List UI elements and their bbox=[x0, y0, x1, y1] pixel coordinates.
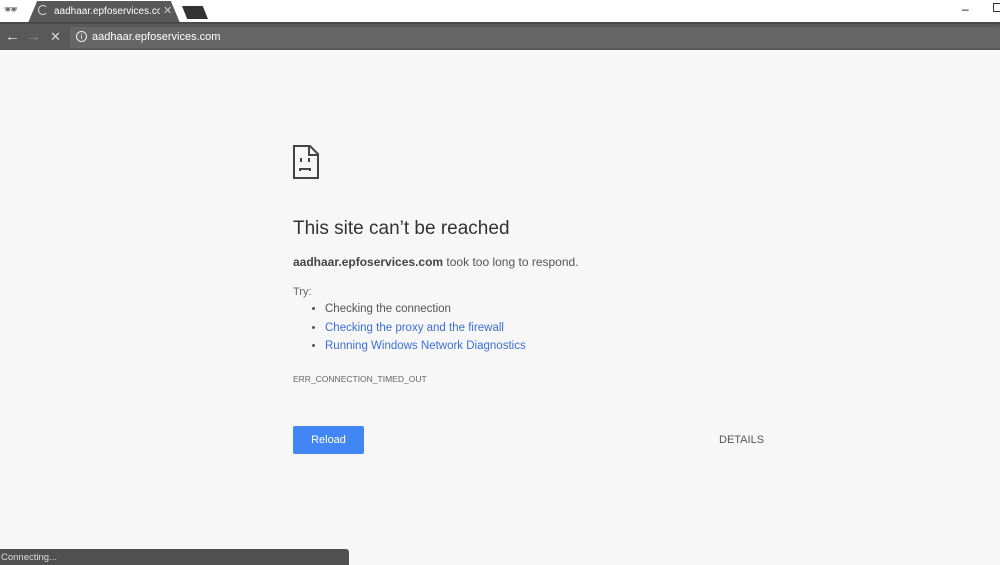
details-button[interactable]: DETAILS bbox=[719, 434, 764, 446]
suggestion-item[interactable]: Checking the proxy and the firewall bbox=[325, 322, 526, 341]
info-icon[interactable]: i bbox=[76, 31, 87, 42]
error-description: aadhaar.epfoservices.com took too long t… bbox=[293, 255, 579, 269]
browser-tab[interactable]: aadhaar.epfoservices.com ✕ bbox=[28, 1, 180, 23]
error-host: aadhaar.epfoservices.com bbox=[293, 255, 444, 269]
minimize-button[interactable]: – bbox=[962, 2, 969, 16]
title-bar: 🕶 aadhaar.epfoservices.com ✕ – bbox=[0, 0, 1000, 23]
close-tab-icon[interactable]: ✕ bbox=[163, 4, 172, 17]
address-bar[interactable]: i aadhaar.epfoservices.com bbox=[70, 27, 1000, 48]
error-title: This site can’t be reached bbox=[293, 218, 510, 239]
forward-icon[interactable]: → bbox=[26, 28, 41, 45]
network-diagnostics-link[interactable]: Running Windows Network Diagnostics bbox=[325, 340, 526, 352]
loading-spinner-icon bbox=[38, 5, 48, 15]
error-page: This site can’t be reached aadhaar.epfos… bbox=[293, 145, 764, 454]
tab-title: aadhaar.epfoservices.com bbox=[54, 6, 160, 17]
try-label: Try: bbox=[293, 286, 312, 298]
suggestion-text: Checking the connection bbox=[325, 303, 451, 315]
error-code: ERR_CONNECTION_TIMED_OUT bbox=[293, 374, 427, 384]
maximize-button[interactable] bbox=[993, 3, 1000, 12]
suggestion-item[interactable]: Running Windows Network Diagnostics bbox=[325, 340, 526, 359]
browser-toolbar: ← → ✕ i aadhaar.epfoservices.com bbox=[0, 22, 1000, 50]
proxy-firewall-link[interactable]: Checking the proxy and the firewall bbox=[325, 322, 504, 334]
sad-page-icon bbox=[293, 145, 319, 179]
url-text[interactable]: aadhaar.epfoservices.com bbox=[92, 31, 220, 43]
reload-button[interactable]: Reload bbox=[293, 426, 364, 454]
status-bubble: Connecting... bbox=[0, 549, 349, 565]
back-icon[interactable]: ← bbox=[5, 28, 20, 45]
suggestions-list: Checking the connection Checking the pro… bbox=[311, 303, 526, 359]
new-tab-button[interactable] bbox=[182, 6, 208, 19]
error-message: took too long to respond. bbox=[443, 255, 579, 269]
incognito-icon: 🕶 bbox=[4, 4, 18, 16]
stop-icon[interactable]: ✕ bbox=[50, 29, 61, 45]
suggestion-item: Checking the connection bbox=[325, 303, 526, 322]
